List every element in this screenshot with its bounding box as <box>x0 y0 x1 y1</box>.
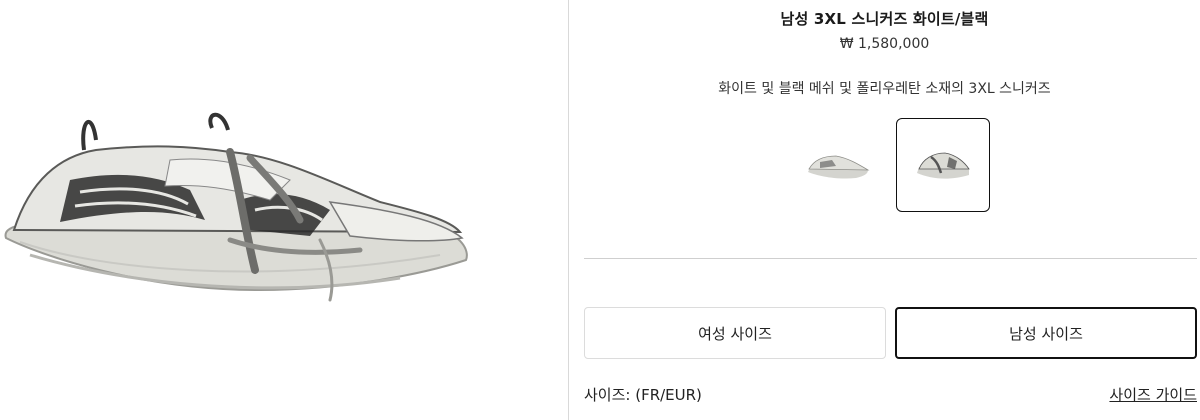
size-region-label: 사이즈: (FR/EUR) <box>584 386 702 404</box>
section-divider <box>584 258 1197 259</box>
thumbnail-sneaker-side[interactable] <box>791 118 885 212</box>
size-guide-link[interactable]: 사이즈 가이드 <box>1109 384 1197 405</box>
sneaker-hero-image <box>4 112 468 302</box>
sneaker-thumbnail-icon <box>808 155 870 179</box>
thumbnail-sneaker-angle[interactable] <box>896 118 990 212</box>
men-size-button[interactable]: 남성 사이즈 <box>895 307 1197 359</box>
product-info-pane: 남성 3XL 스니커즈 화이트/블랙 ₩ 1,580,000 화이트 및 블랙 … <box>569 0 1200 420</box>
women-size-button[interactable]: 여성 사이즈 <box>584 307 886 359</box>
sneaker-thumbnail-icon <box>917 152 970 179</box>
product-description: 화이트 및 블랙 메쉬 및 폴리우레탄 소재의 3XL 스니커즈 <box>718 81 1051 97</box>
product-title: 남성 3XL 스니커즈 화이트/블랙 <box>780 10 989 28</box>
product-price: ₩ 1,580,000 <box>839 36 930 52</box>
product-media-pane <box>0 0 568 420</box>
